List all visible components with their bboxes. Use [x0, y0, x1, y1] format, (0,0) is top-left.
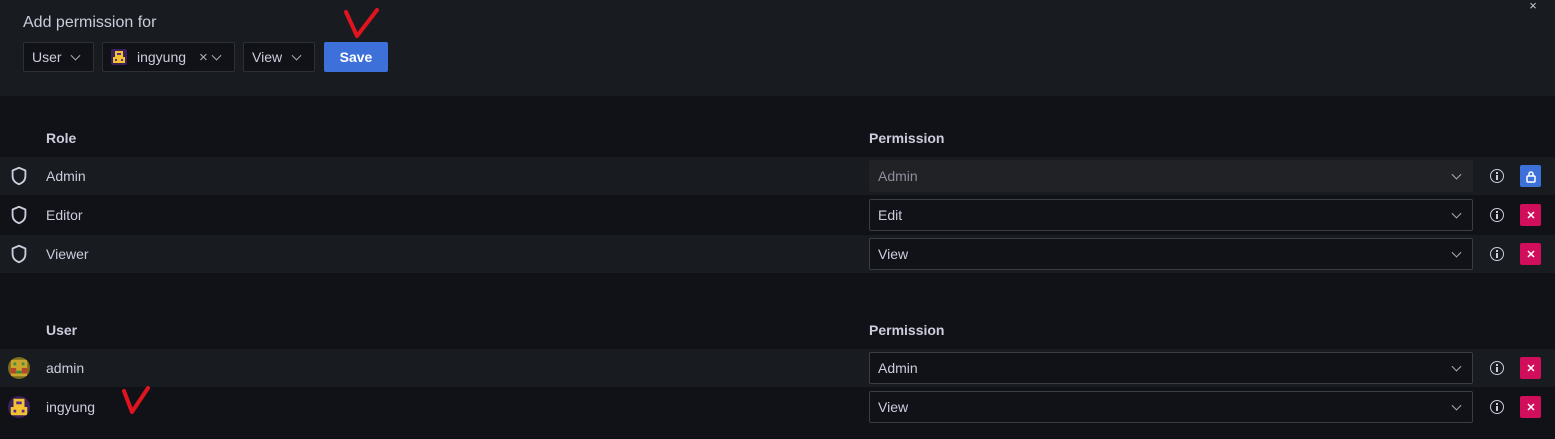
remove-permission-button[interactable] — [1520, 396, 1541, 418]
times-icon — [1526, 211, 1535, 219]
save-button[interactable]: Save — [324, 42, 388, 72]
shield-icon — [11, 205, 27, 225]
user-picker-select[interactable]: ingyung × — [102, 42, 235, 72]
check-mark-annotation — [344, 8, 379, 38]
lock-icon — [1525, 170, 1536, 183]
user-avatar-icon — [8, 357, 30, 379]
close-icon[interactable]: × — [1526, 0, 1540, 14]
shield-icon — [11, 244, 27, 264]
shield-icon — [11, 166, 27, 186]
permission-target-type-value: User — [32, 49, 62, 65]
user-name: ingyung — [46, 399, 96, 415]
chevron-down-icon — [291, 50, 302, 61]
role-row-admin: Admin Admin — [0, 157, 1555, 195]
role-permission-value: Edit — [878, 207, 903, 223]
user-permission-value: Admin — [878, 360, 918, 376]
chevron-down-icon — [211, 50, 222, 61]
user-permission-select[interactable]: Admin — [869, 352, 1473, 384]
permission-level-value: View — [252, 49, 283, 65]
times-icon — [1526, 403, 1535, 411]
role-permission-value: Admin — [878, 168, 918, 184]
user-permission-column-header: Permission — [869, 322, 945, 338]
times-icon — [1526, 364, 1535, 372]
user-row-admin: admin Admin — [0, 349, 1555, 387]
info-circle-icon[interactable] — [1490, 247, 1504, 261]
info-circle-icon[interactable] — [1490, 208, 1504, 222]
role-permission-select: Admin — [869, 160, 1473, 192]
user-avatar-icon — [111, 49, 127, 65]
user-avatar-icon — [8, 396, 30, 418]
remove-permission-button[interactable] — [1520, 243, 1541, 265]
clear-icon[interactable]: × — [199, 49, 208, 66]
chevron-down-icon — [1451, 208, 1462, 219]
info-circle-icon[interactable] — [1490, 169, 1504, 183]
add-permission-panel: Add permission for × User ingyung × View… — [0, 0, 1555, 96]
user-permission-value: View — [878, 399, 909, 415]
info-circle-icon[interactable] — [1490, 400, 1504, 414]
user-permission-select[interactable]: View — [869, 391, 1473, 423]
role-permission-value: View — [878, 246, 909, 262]
user-column-header: User — [46, 322, 78, 338]
add-permission-title: Add permission for — [23, 14, 157, 31]
user-row-ingyung: ingyung View — [0, 388, 1555, 426]
chevron-down-icon — [1451, 169, 1462, 180]
info-circle-icon[interactable] — [1490, 361, 1504, 375]
role-name: Admin — [46, 168, 86, 184]
remove-permission-button[interactable] — [1520, 357, 1541, 379]
remove-permission-button[interactable] — [1520, 204, 1541, 226]
check-mark-annotation — [122, 386, 150, 414]
permission-level-select[interactable]: View — [243, 42, 315, 72]
role-name: Editor — [46, 207, 83, 223]
role-column-header: Role — [46, 130, 77, 146]
role-permission-select[interactable]: Edit — [869, 199, 1473, 231]
chevron-down-icon — [1451, 247, 1462, 258]
role-name: Viewer — [46, 246, 89, 262]
role-row-editor: Editor Edit — [0, 196, 1555, 234]
chevron-down-icon — [70, 50, 81, 61]
chevron-down-icon — [1451, 400, 1462, 411]
chevron-down-icon — [1451, 361, 1462, 372]
lock-button[interactable] — [1520, 165, 1541, 187]
user-name: admin — [46, 360, 85, 376]
role-permission-select[interactable]: View — [869, 238, 1473, 270]
permission-target-type-select[interactable]: User — [23, 42, 94, 72]
times-icon — [1526, 250, 1535, 258]
role-row-viewer: Viewer View — [0, 235, 1555, 273]
role-permission-column-header: Permission — [869, 130, 945, 146]
user-picker-value: ingyung — [137, 49, 187, 65]
